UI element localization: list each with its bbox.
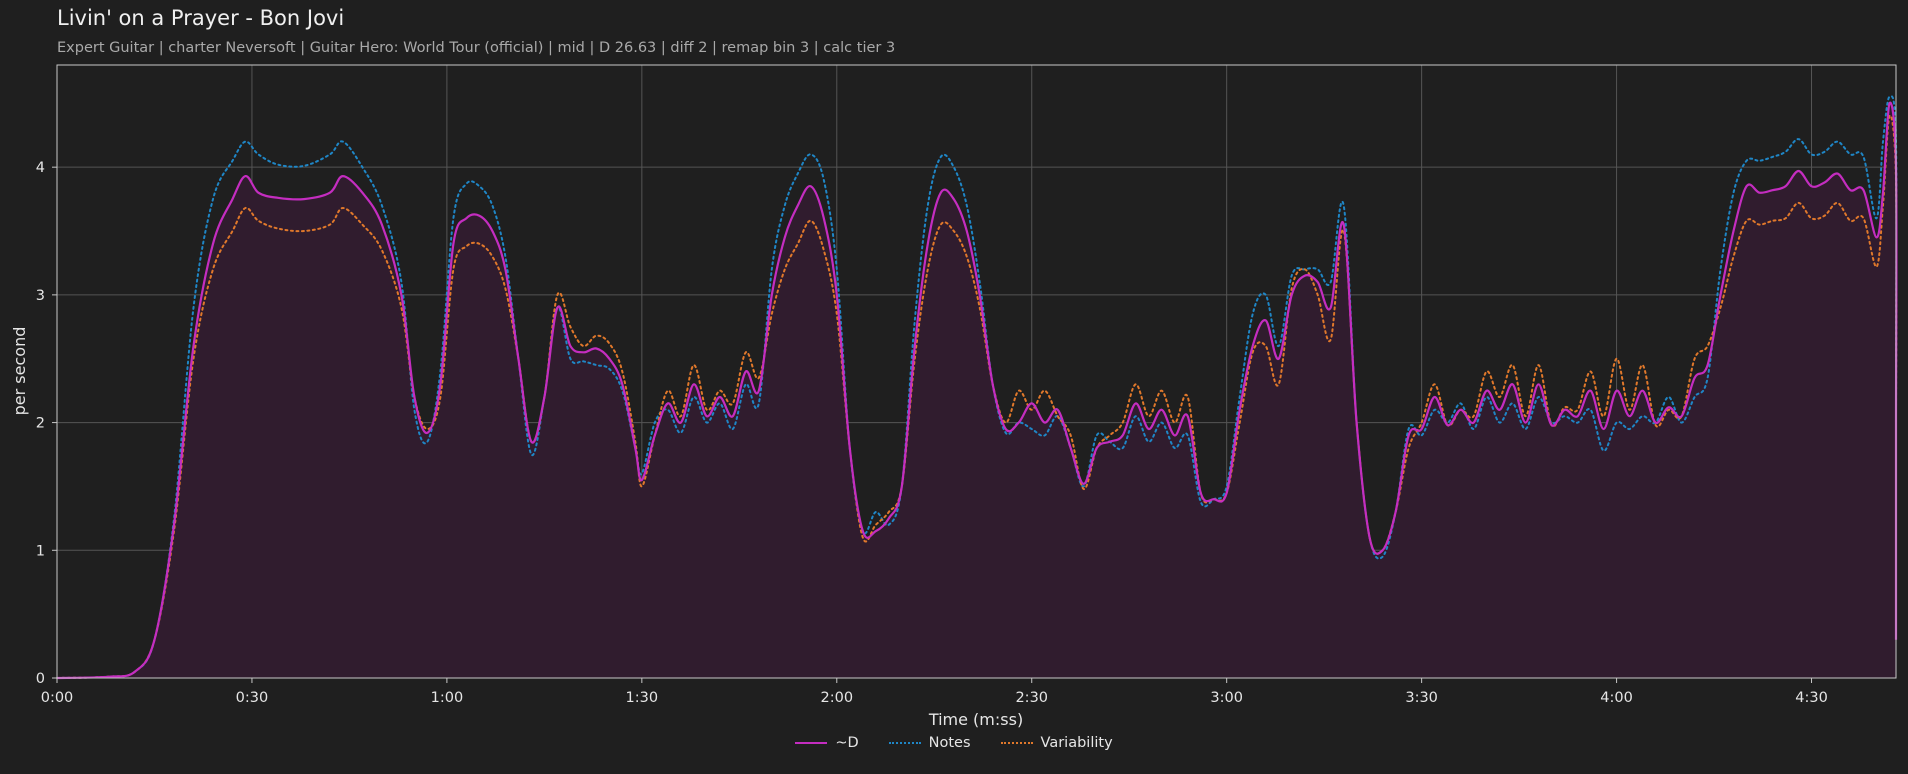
x-axis-label: Time (m:ss) <box>928 710 1023 729</box>
chart-area: 0:00 0:30 1:00 1:30 2:00 2:30 3:00 3:30 4:00 4:30… <box>10 64 1898 729</box>
x-tick-label: 3:30 <box>1405 690 1438 706</box>
x-tick-labels: 0:00 0:30 1:00 1:30 2:00 2:30 3:00 3:30 4:00 4:30 <box>41 678 1828 706</box>
legend-item-d: ~D <box>795 735 859 751</box>
legend-label-variability: Variability <box>1040 735 1113 751</box>
x-tick-label: 2:30 <box>1015 690 1048 706</box>
x-tick-label: 4:00 <box>1600 690 1633 706</box>
x-tick-label: 4:30 <box>1795 690 1828 706</box>
legend-item-notes: Notes <box>888 735 971 751</box>
y-tick-label: 1 <box>36 543 45 559</box>
y-tick-label: 2 <box>36 416 45 432</box>
y-axis-label: per second <box>10 327 29 416</box>
legend-item-variability: Variability <box>1000 735 1113 751</box>
x-tick-label: 2:00 <box>821 690 854 706</box>
legend-swatch-d <box>795 742 828 744</box>
x-tick-label: 3:00 <box>1210 690 1243 706</box>
legend-label-notes: Notes <box>928 735 971 751</box>
y-tick-labels: 0 1 2 3 4 <box>36 160 57 687</box>
legend-swatch-variability <box>1000 742 1033 744</box>
legend-swatch-notes <box>888 742 921 744</box>
x-tick-label: 0:00 <box>41 690 74 706</box>
x-tick-label: 1:00 <box>431 690 464 706</box>
x-tick-label: 0:30 <box>236 690 269 706</box>
y-tick-label: 0 <box>36 671 45 687</box>
legend-label-d: ~D <box>835 735 859 751</box>
y-tick-label: 3 <box>36 288 45 304</box>
legend: ~D Notes Variability <box>0 735 1908 751</box>
x-tick-label: 1:30 <box>626 690 659 706</box>
y-tick-label: 4 <box>36 160 45 176</box>
